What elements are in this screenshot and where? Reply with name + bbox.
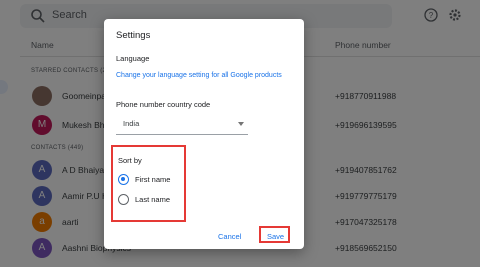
sort-by-label: Sort by	[118, 156, 142, 165]
country-code-value: India	[123, 119, 140, 128]
sort-last-name-option[interactable]: Last name	[118, 193, 186, 207]
sort-first-name-option[interactable]: First name	[118, 173, 186, 187]
language-settings-link[interactable]: Change your language setting for all Goo…	[116, 72, 282, 79]
language-label: Language	[116, 54, 150, 63]
radio-selected-icon[interactable]	[118, 174, 129, 185]
sort-by-highlight: Sort by First name Last name	[111, 145, 186, 222]
chevron-down-icon	[238, 122, 244, 126]
radio-unselected-icon[interactable]	[118, 194, 129, 205]
save-button[interactable]: Save	[267, 232, 284, 241]
settings-dialog: Settings Language Change your language s…	[104, 19, 304, 249]
country-code-select[interactable]: India	[116, 114, 248, 135]
cancel-button[interactable]: Cancel	[218, 232, 241, 241]
radio-label: Last name	[135, 195, 171, 204]
country-code-label: Phone number country code	[116, 100, 211, 109]
dialog-title: Settings	[116, 30, 151, 41]
save-highlight: Save	[259, 226, 290, 243]
radio-label: First name	[135, 175, 171, 184]
